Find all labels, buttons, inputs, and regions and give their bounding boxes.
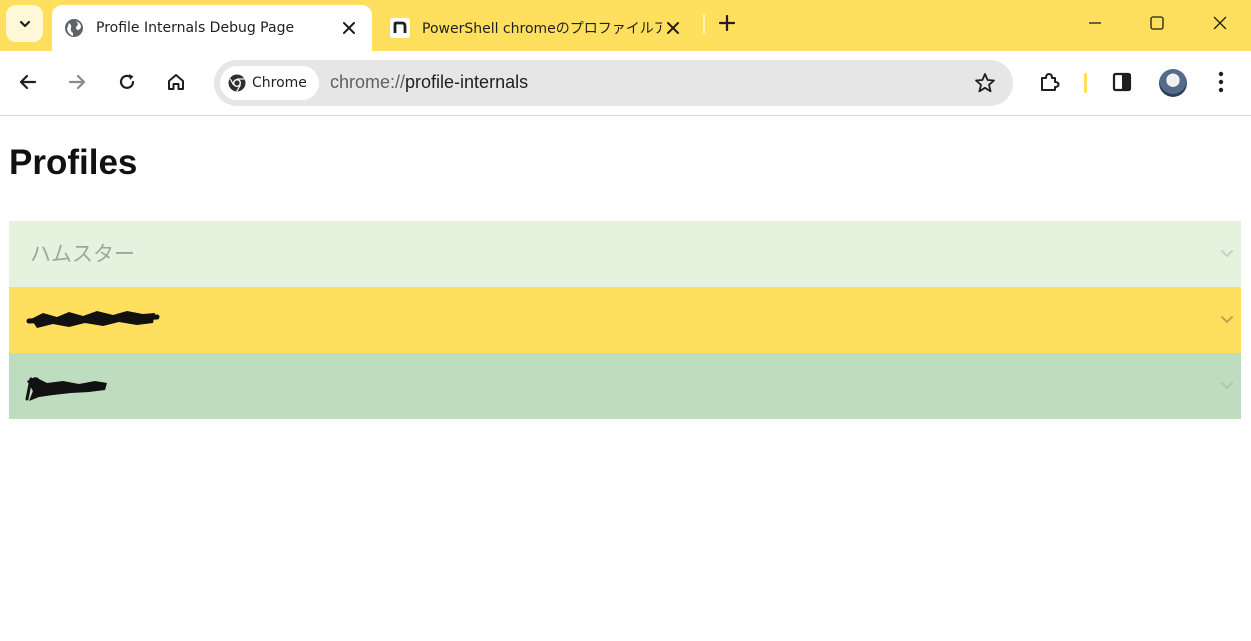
maximize-icon [1150,16,1164,30]
chevron-down-icon[interactable] [1219,245,1235,261]
browser-toolbar: Chrome chrome://profile-internals [0,51,1251,116]
more-menu-button[interactable] [1204,65,1238,99]
reload-icon [119,74,135,89]
kebab-menu-icon [1218,71,1224,93]
close-icon [343,22,355,34]
chevron-down-icon[interactable] [1219,311,1235,327]
profile-avatar[interactable] [1159,69,1187,97]
redacted-profile-name [25,377,107,401]
side-panel-button[interactable] [1105,65,1139,99]
side-panel-icon [1112,72,1132,92]
back-button[interactable] [11,65,45,99]
arrow-right-icon [68,74,86,90]
tab-strip: Profile Internals Debug Page PowerShell … [0,0,1251,51]
maximize-button[interactable] [1126,0,1188,46]
url-path: profile-internals [405,72,529,92]
toolbar-separator [1084,73,1087,93]
bookmark-star-icon[interactable] [973,71,997,95]
forward-button[interactable] [60,65,94,99]
tab-profile-internals[interactable]: Profile Internals Debug Page [52,5,372,51]
page-title: Profiles [9,143,138,182]
chevron-down-icon [19,20,30,27]
puzzle-piece-icon [1041,73,1060,91]
tab-title: Profile Internals Debug Page [96,20,295,36]
tab-powershell-article[interactable]: PowerShell chromeのプロファイルアカ [378,5,696,51]
extensions-button[interactable] [1032,65,1066,99]
plus-icon [719,15,735,31]
profile-row-3[interactable] [9,353,1241,419]
chevron-down-icon[interactable] [1219,377,1235,393]
chrome-logo-icon [228,74,246,92]
minimize-button[interactable] [1064,0,1126,46]
chip-label: Chrome [252,75,307,91]
url-text[interactable]: chrome://profile-internals [330,72,528,93]
tab-search-button[interactable] [6,5,43,42]
home-button[interactable] [159,65,193,99]
tab-close-button[interactable] [338,17,360,39]
note-n-icon [390,18,410,38]
url-scheme: chrome:// [330,72,406,92]
profile-row-2[interactable] [9,287,1241,353]
reload-button[interactable] [110,65,144,99]
site-info-chip[interactable]: Chrome [220,66,319,100]
close-icon [667,22,679,34]
arrow-left-icon [19,74,37,90]
address-bar[interactable]: Chrome chrome://profile-internals [214,60,1013,106]
tab-separator [703,14,705,34]
close-icon [1213,16,1227,30]
home-icon [168,74,184,90]
redacted-profile-name [26,311,160,328]
profile-row-1[interactable]: ハムスター [9,221,1241,287]
globe-icon [65,19,83,37]
tab-title: PowerShell chromeのプロファイルアカ [422,21,662,37]
window-close-button[interactable] [1189,0,1251,46]
profile-name: ハムスター [30,242,135,266]
tab-close-button[interactable] [662,17,684,39]
minimize-icon [1089,22,1101,24]
new-tab-button[interactable] [714,10,740,36]
